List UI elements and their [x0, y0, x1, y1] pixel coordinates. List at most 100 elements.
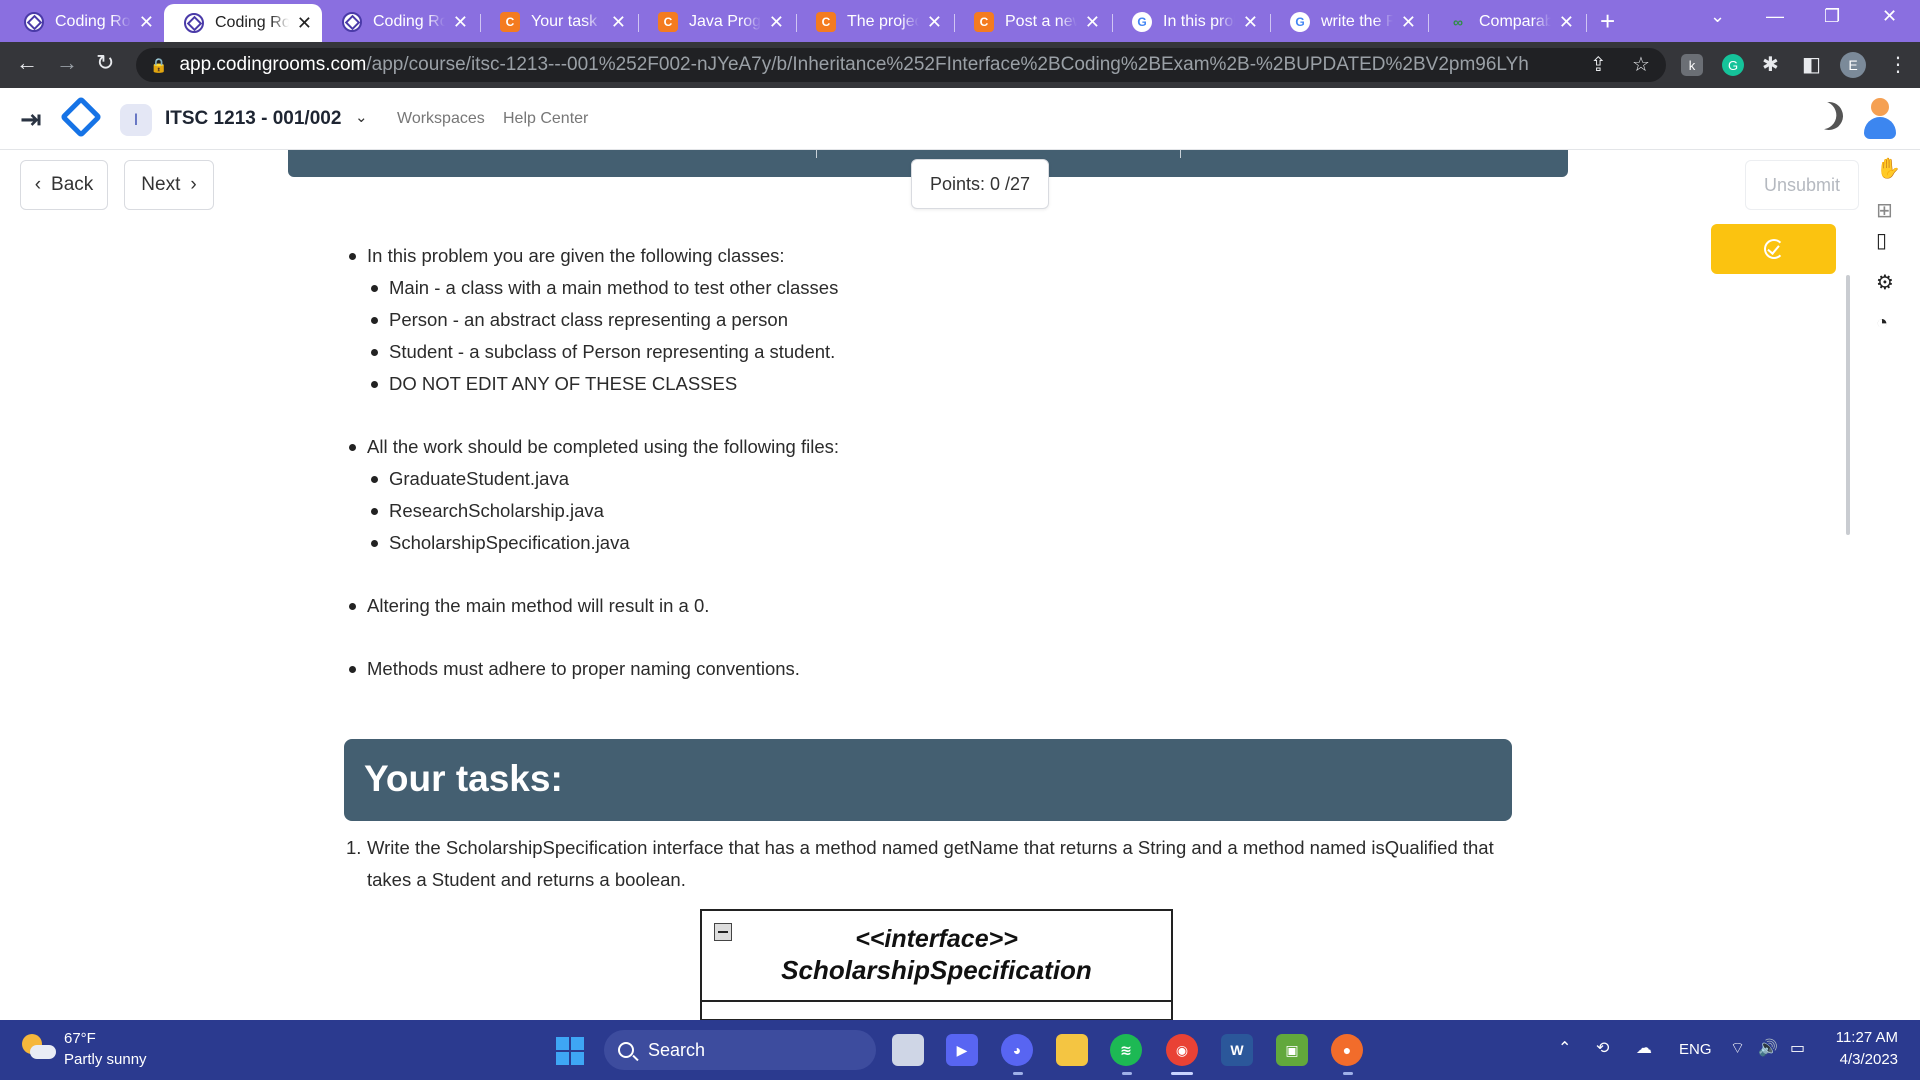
- grammarly-icon[interactable]: G: [1722, 54, 1744, 76]
- workspaces-link[interactable]: Workspaces: [397, 110, 485, 128]
- address-bar[interactable]: 🔒 app.codingrooms.com /app/course/itsc-1…: [136, 48, 1666, 82]
- clock-time[interactable]: 11:27 AM: [1830, 1029, 1898, 1046]
- list-item: ResearchScholarship.java: [340, 495, 1520, 527]
- tab-close-icon[interactable]: ✕: [1243, 12, 1258, 33]
- uml-interface-name: ScholarshipSpecification: [781, 955, 1092, 985]
- back-button[interactable]: ‹ Back: [20, 160, 108, 210]
- dark-mode-moon-icon[interactable]: [1811, 98, 1847, 134]
- submit-check-button[interactable]: [1711, 224, 1836, 274]
- check-circle-icon: [1763, 239, 1784, 259]
- browser-tab[interactable]: C Your task is ✕: [480, 6, 636, 38]
- teams-icon[interactable]: ▶: [946, 1034, 978, 1066]
- hand-icon[interactable]: ✋: [1876, 156, 1901, 181]
- file-explorer-icon[interactable]: [1056, 1034, 1088, 1066]
- chevron-down-icon[interactable]: ⌄: [355, 108, 368, 126]
- list-item: Altering the main method will result in …: [340, 590, 1520, 622]
- next-button[interactable]: Next ›: [124, 160, 214, 210]
- weather-temperature[interactable]: 67°F: [64, 1030, 96, 1047]
- uml-divider: [702, 1000, 1171, 1002]
- tasks-heading: Your tasks:: [344, 739, 1512, 821]
- url-path: /app/course/itsc-1213---001%252F002-nJYe…: [366, 54, 1529, 75]
- help-center-link[interactable]: Help Center: [503, 110, 588, 128]
- browser-tab[interactable]: C The project ✕: [796, 6, 952, 38]
- browser-toolbar: ← → ↻ 🔒 app.codingrooms.com /app/course/…: [0, 42, 1920, 88]
- minimize-icon[interactable]: —: [1766, 6, 1784, 27]
- browser-tab[interactable]: C Java Programming ✕: [638, 6, 794, 38]
- new-tab-icon[interactable]: +: [1600, 6, 1615, 37]
- profile-avatar[interactable]: E: [1840, 52, 1866, 78]
- whiteboard-icon[interactable]: ⊞: [1876, 198, 1893, 223]
- tab-title: Comparable: [1479, 13, 1551, 30]
- sync-icon[interactable]: ⟲: [1596, 1038, 1609, 1058]
- list-item: Main - a class with a main method to tes…: [340, 272, 1520, 304]
- wifi-icon[interactable]: ⌔: [1730, 1038, 1745, 1058]
- given-classes-list: In this problem you are given the follow…: [340, 240, 1520, 400]
- browser-tab[interactable]: Coding Rooms ✕: [322, 6, 478, 38]
- tab-close-icon[interactable]: ✕: [1559, 12, 1574, 33]
- task-item: 1. Write the ScholarshipSpecification in…: [346, 832, 1516, 896]
- lock-icon: 🔒: [150, 56, 168, 73]
- tab-search-icon[interactable]: ⌄: [1710, 6, 1725, 27]
- scrollbar-thumb[interactable]: [1846, 275, 1850, 535]
- expand-sidebar-icon[interactable]: ⇥: [20, 104, 42, 135]
- onedrive-cloud-icon[interactable]: ☁: [1636, 1038, 1652, 1058]
- chrome-icon[interactable]: ◉: [1166, 1034, 1198, 1066]
- browser-tab[interactable]: C Post a new ✕: [954, 6, 1110, 38]
- origin-icon[interactable]: ●: [1331, 1034, 1363, 1066]
- settings-icon[interactable]: ⚙: [1876, 270, 1894, 295]
- windows-start-icon[interactable]: [556, 1037, 584, 1065]
- google-icon: G: [1290, 12, 1310, 32]
- window-close-icon[interactable]: ✕: [1882, 6, 1897, 27]
- tab-close-icon[interactable]: ✕: [453, 12, 468, 33]
- share-icon[interactable]: ⇪: [1590, 52, 1607, 77]
- chevron-right-icon: ›: [190, 174, 197, 195]
- google-icon: G: [1132, 12, 1152, 32]
- extension-icon[interactable]: k: [1681, 54, 1703, 76]
- browser-tab[interactable]: G write the Re ✕: [1270, 6, 1426, 38]
- spotify-icon[interactable]: ≋: [1110, 1034, 1142, 1066]
- tab-close-icon[interactable]: ✕: [769, 12, 784, 33]
- codingrooms-logo[interactable]: [59, 95, 103, 139]
- word-icon[interactable]: W: [1221, 1034, 1253, 1066]
- history-icon[interactable]: ◔: [1876, 312, 1888, 335]
- bookmark-star-icon[interactable]: ☆: [1632, 52, 1650, 77]
- task-view-icon[interactable]: [892, 1034, 924, 1066]
- clock-date[interactable]: 4/3/2023: [1830, 1051, 1898, 1068]
- browser-menu-icon[interactable]: ⋮: [1888, 52, 1908, 77]
- discord-icon[interactable]: ◕: [1001, 1034, 1033, 1066]
- extensions-puzzle-icon[interactable]: ✱: [1762, 52, 1779, 77]
- language-indicator[interactable]: ENG: [1679, 1041, 1712, 1058]
- volume-icon[interactable]: 🔊: [1758, 1038, 1778, 1058]
- battery-icon[interactable]: ▭: [1790, 1038, 1805, 1058]
- tab-close-icon[interactable]: ✕: [139, 12, 154, 33]
- tab-close-icon[interactable]: ✕: [927, 12, 942, 33]
- tab-close-icon[interactable]: ✕: [1401, 12, 1416, 33]
- task-text: Write the ScholarshipSpecification inter…: [367, 837, 1494, 890]
- forward-arrow-icon[interactable]: →: [56, 50, 78, 76]
- unsubmit-button[interactable]: Unsubmit: [1745, 160, 1859, 210]
- browser-tab-active[interactable]: Coding Rooms ✕: [164, 4, 322, 42]
- user-avatar[interactable]: [1862, 98, 1898, 140]
- restore-icon[interactable]: ❐: [1824, 6, 1840, 27]
- side-panel-icon[interactable]: ◧: [1802, 52, 1821, 77]
- gfg-icon: ∞: [1453, 14, 1463, 30]
- browser-tab[interactable]: G In this problem ✕: [1112, 6, 1268, 38]
- tab-close-icon[interactable]: ✕: [1085, 12, 1100, 33]
- points-badge: Points: 0 /27: [911, 159, 1049, 209]
- reload-icon[interactable]: ↻: [96, 50, 114, 76]
- browser-tab[interactable]: Coding Rooms ✕: [4, 6, 164, 38]
- list-item: All the work should be completed using t…: [340, 431, 1520, 463]
- course-title[interactable]: ITSC 1213 - 001/002: [165, 108, 341, 130]
- partly-sunny-icon[interactable]: [22, 1031, 56, 1065]
- file-edit-icon[interactable]: ▯: [1876, 228, 1887, 253]
- tab-close-icon[interactable]: ✕: [297, 13, 312, 34]
- weather-description[interactable]: Partly sunny: [64, 1051, 147, 1068]
- minecraft-icon[interactable]: ▣: [1276, 1034, 1308, 1066]
- tab-close-icon[interactable]: ✕: [611, 12, 626, 33]
- c-icon: C: [658, 12, 678, 32]
- browser-tab[interactable]: ∞ Comparable ✕: [1428, 6, 1584, 38]
- given-classes-sublist: Main - a class with a main method to tes…: [340, 272, 1520, 400]
- taskbar-search[interactable]: Search: [604, 1030, 876, 1070]
- show-hidden-icons-chevron-icon[interactable]: ⌃: [1558, 1038, 1571, 1058]
- back-arrow-icon[interactable]: ←: [16, 50, 38, 76]
